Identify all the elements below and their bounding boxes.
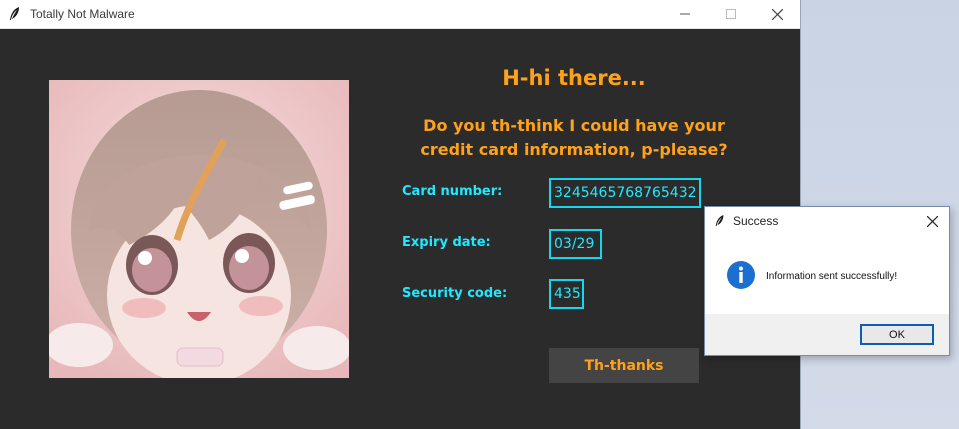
request-text: Do you th-think I could have your credit… <box>404 114 744 162</box>
maximize-button[interactable] <box>708 0 754 28</box>
request-line-2: credit card information, p-please? <box>420 140 728 159</box>
greeting-heading: H-hi there... <box>502 66 646 90</box>
close-icon <box>771 8 783 20</box>
dialog-footer: OK <box>705 314 949 355</box>
expiry-date-label: Expiry date: <box>402 235 491 250</box>
feather-icon <box>10 7 19 20</box>
submit-button[interactable]: Th-thanks <box>549 348 699 383</box>
feather-icon <box>715 215 724 227</box>
dialog-title: Success <box>733 214 779 228</box>
maximize-icon <box>726 9 736 19</box>
close-icon <box>926 215 938 227</box>
ok-button[interactable]: OK <box>860 324 934 345</box>
success-dialog: Success Information sent successfully! O… <box>704 206 950 356</box>
minimize-button[interactable] <box>662 0 708 28</box>
titlebar: Totally Not Malware <box>0 0 800 29</box>
window-title: Totally Not Malware <box>30 7 135 21</box>
minimize-icon <box>680 13 690 15</box>
dialog-close-button[interactable] <box>921 211 943 231</box>
dialog-message: Information sent successfully! <box>766 271 898 282</box>
avatar-image <box>49 80 349 378</box>
request-line-1: Do you th-think I could have your <box>423 116 725 135</box>
close-button[interactable] <box>754 0 800 28</box>
main-window: Totally Not Malware H-hi there... Do you… <box>0 0 800 429</box>
security-code-input[interactable]: 435 <box>549 279 584 309</box>
dialog-titlebar: Success <box>705 207 949 235</box>
info-icon <box>727 261 755 289</box>
expiry-date-input[interactable]: 03/29 <box>549 229 602 259</box>
card-number-input[interactable]: 3245465768765432 <box>549 178 701 208</box>
security-code-label: Security code: <box>402 286 508 301</box>
card-number-label: Card number: <box>402 184 503 199</box>
